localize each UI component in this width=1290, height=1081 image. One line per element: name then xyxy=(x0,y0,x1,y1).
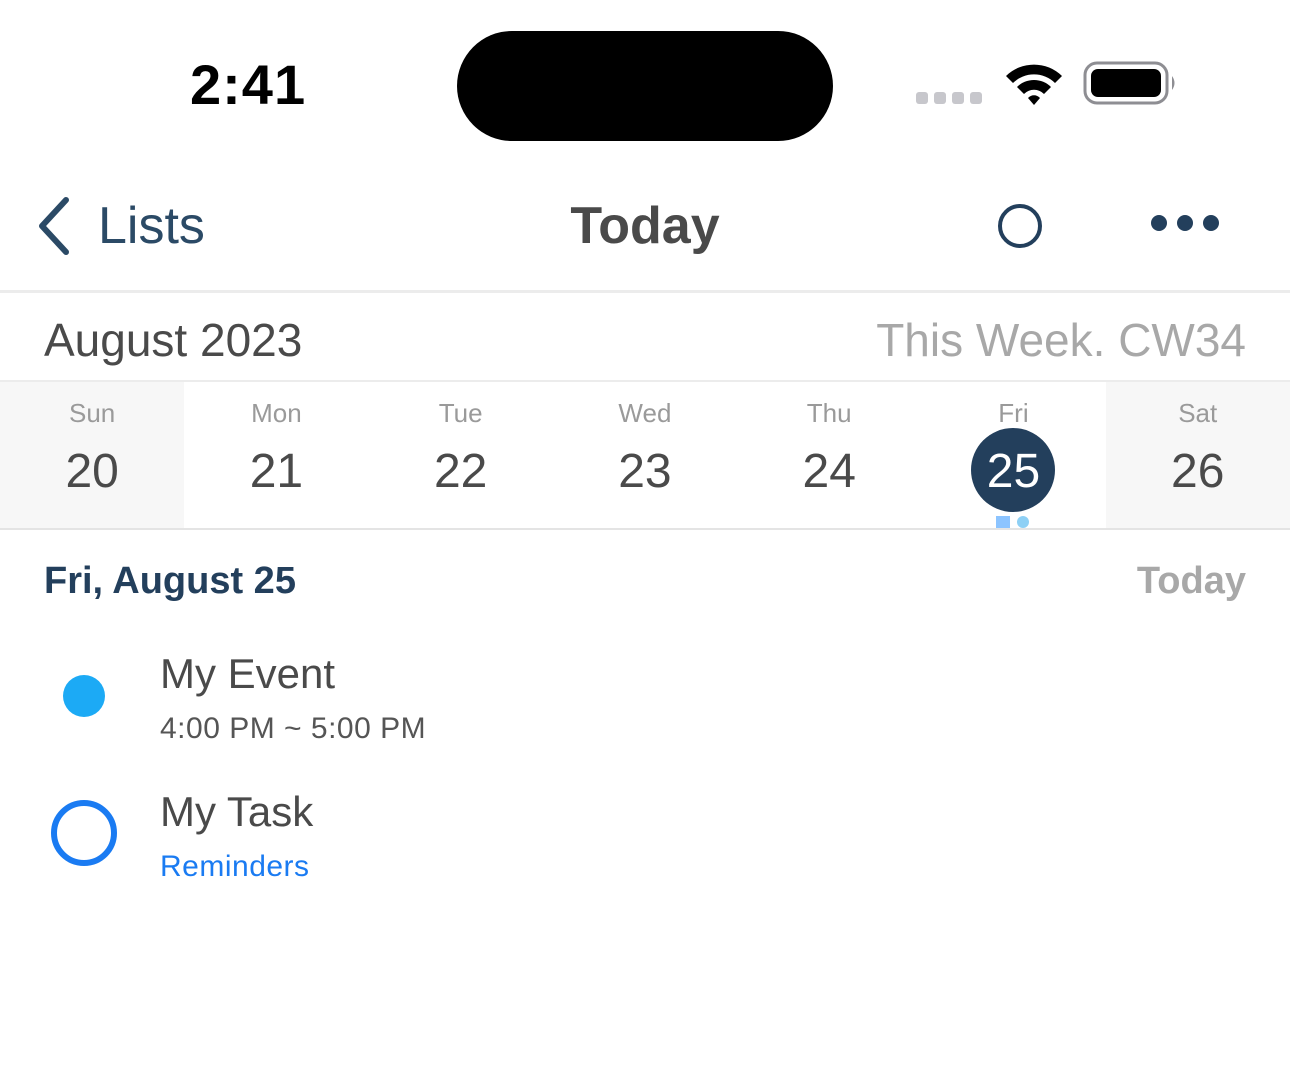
day-number: 25 xyxy=(986,445,1041,498)
day-item-markers xyxy=(996,516,1030,528)
battery-icon xyxy=(1083,61,1175,105)
dynamic-island xyxy=(457,31,833,141)
event-title: My Event xyxy=(160,650,336,697)
status-time: 2:41 xyxy=(190,53,307,116)
task-title: My Task xyxy=(160,788,314,835)
day-cell-wed[interactable]: Wed 23 xyxy=(553,382,737,528)
day-cell-tue[interactable]: Tue 22 xyxy=(369,382,553,528)
day-cell-sun[interactable]: Sun 20 xyxy=(0,382,185,528)
event-marker-icon xyxy=(1017,516,1030,528)
day-number: 22 xyxy=(433,445,488,498)
today-screen: 2:41 Lists Today August 2023 This Week. … xyxy=(0,0,1290,1081)
week-label: This Week. CW34 xyxy=(876,314,1246,366)
wifi-icon xyxy=(1006,64,1062,105)
agenda-day-header: Fri, August 25 Today xyxy=(0,556,1290,616)
day-cell-mon[interactable]: Mon 21 xyxy=(184,382,368,528)
task-circle-button[interactable] xyxy=(996,202,1044,250)
day-number: 23 xyxy=(618,445,672,498)
week-strip-divider-bottom xyxy=(0,528,1290,530)
day-number: 24 xyxy=(802,445,856,498)
agenda-relative-label: Today xyxy=(1136,560,1246,602)
day-name: Sun xyxy=(69,398,116,428)
week-strip: Sun 20 Mon 21 Tue 22 Wed 23 Thu 24 Fri 2… xyxy=(0,382,1290,528)
day-number: 26 xyxy=(1171,445,1225,498)
more-options-icon[interactable] xyxy=(1148,210,1222,236)
task-list-name[interactable]: Reminders xyxy=(160,850,310,884)
event-color-dot-icon xyxy=(63,675,105,717)
event-list-item[interactable]: My Event 4:00 PM ~ 5:00 PM xyxy=(0,650,1290,770)
day-name: Tue xyxy=(438,398,483,428)
agenda-date-heading: Fri, August 25 xyxy=(44,560,296,602)
day-number: 21 xyxy=(249,445,304,498)
task-list-item[interactable]: My Task Reminders xyxy=(0,788,1290,908)
page-title: Today xyxy=(570,197,720,255)
day-name: Mon xyxy=(251,398,302,428)
event-time: 4:00 PM ~ 5:00 PM xyxy=(160,712,427,745)
day-number: 20 xyxy=(65,445,119,498)
navigation-bar: Lists Today xyxy=(0,160,1290,290)
cellular-signal-icon xyxy=(916,92,982,104)
day-name: Wed xyxy=(618,398,672,428)
month-title[interactable]: August 2023 xyxy=(44,313,302,367)
task-marker-icon xyxy=(996,516,1011,528)
month-header: August 2023 This Week. CW34 xyxy=(0,293,1290,381)
day-name: Thu xyxy=(806,398,852,428)
day-cell-sat[interactable]: Sat 26 xyxy=(1105,382,1290,528)
task-complete-checkbox[interactable] xyxy=(51,800,117,866)
day-name: Fri xyxy=(998,398,1029,428)
day-cell-thu[interactable]: Thu 24 xyxy=(737,382,921,528)
status-bar: 2:41 xyxy=(0,0,1290,160)
day-name: Sat xyxy=(1178,398,1218,428)
day-cell-fri-selected[interactable]: Fri 25 xyxy=(921,382,1105,528)
